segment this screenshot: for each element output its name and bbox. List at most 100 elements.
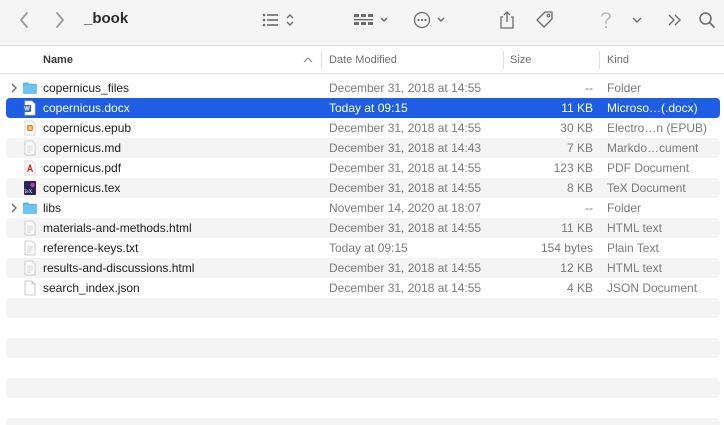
group-grid-icon <box>354 14 388 25</box>
file-row[interactable]: copernicus.pdf December 31, 2018 at 14:55… <box>6 158 720 178</box>
column-divider[interactable] <box>599 51 600 69</box>
file-date-modified: December 31, 2018 at 14:55 <box>329 81 482 95</box>
file-date-modified: December 31, 2018 at 14:43 <box>329 141 482 155</box>
ellipsis-circle-icon <box>413 11 445 29</box>
file-row[interactable]: copernicus.epub December 31, 2018 at 14:5… <box>6 118 720 138</box>
file-name: materials-and-methods.html <box>43 221 192 235</box>
file-date-modified: December 31, 2018 at 14:55 <box>329 161 482 175</box>
file-row[interactable]: copernicus_files December 31, 2018 at 14:… <box>6 78 720 98</box>
forward-button[interactable] <box>50 0 70 40</box>
question-icon <box>601 12 611 29</box>
finder-toolbar: _book <box>0 0 724 46</box>
epub-icon <box>22 120 38 136</box>
disclosure-triangle-icon[interactable] <box>10 78 20 98</box>
pdf-icon <box>22 160 38 176</box>
tag-button[interactable] <box>534 0 556 40</box>
file-size: 11 KB <box>561 101 593 115</box>
chevron-right-icon <box>56 12 64 28</box>
file-date-modified: December 31, 2018 at 14:55 <box>329 121 482 135</box>
file-date-modified: December 31, 2018 at 14:55 <box>329 221 482 235</box>
svg-text:TeX: TeX <box>24 190 33 195</box>
empty-row <box>6 378 720 398</box>
column-header-bar: Name Date Modified Size Kind <box>0 46 724 74</box>
file-date-modified: December 31, 2018 at 14:55 <box>329 281 482 295</box>
text-document-icon <box>22 240 38 256</box>
folder-icon <box>22 80 38 96</box>
file-size: 4 KB <box>566 281 593 295</box>
file-row[interactable]: Wcopernicus.docx Today at 09:15 11 KB Micro… <box>6 98 720 118</box>
disclosure-triangle-icon[interactable] <box>10 198 20 218</box>
window-title: _book <box>84 10 129 27</box>
share-icon <box>500 11 514 29</box>
file-kind: Folder <box>607 201 642 215</box>
double-chevron-right-icon <box>668 14 681 26</box>
share-button[interactable] <box>496 0 518 40</box>
empty-row <box>6 298 720 318</box>
file-name: copernicus.tex <box>43 181 121 195</box>
file-row[interactable]: search_index.json December 31, 2018 at 14… <box>6 278 720 298</box>
file-row[interactable]: reference-keys.txt Today at 09:15 154 byte… <box>6 238 720 258</box>
file-size: 8 KB <box>566 181 593 195</box>
text-document-icon <box>22 260 38 276</box>
help-button[interactable] <box>596 0 616 40</box>
folder-icon <box>22 200 38 216</box>
more-toolbar-button[interactable] <box>666 0 684 40</box>
column-header-date[interactable]: Date Modified <box>329 46 397 74</box>
word-document-icon: W <box>22 100 38 116</box>
view-mode-button[interactable] <box>259 0 299 40</box>
tex-icon: TeX <box>22 180 38 196</box>
file-kind: JSON Document <box>607 281 698 295</box>
file-kind: PDF Document <box>607 161 690 175</box>
file-kind: TeX Document <box>607 181 686 195</box>
action-menu-button[interactable] <box>410 0 450 40</box>
file-row[interactable]: TeX copernicus.tex December 31, 2018 at 14… <box>6 178 720 198</box>
column-divider[interactable] <box>321 51 322 69</box>
column-header-name[interactable]: Name <box>43 46 73 74</box>
svg-text:W: W <box>24 107 30 113</box>
file-name: copernicus.docx <box>43 101 130 115</box>
column-header-size[interactable]: Size <box>510 46 531 74</box>
group-button[interactable] <box>350 0 392 40</box>
file-name: copernicus_files <box>43 81 130 95</box>
file-date-modified: December 31, 2018 at 14:55 <box>329 181 482 195</box>
file-date-modified: Today at 09:15 <box>329 101 408 115</box>
file-row[interactable]: libs November 14, 2020 at 18:07 -- Folder <box>6 198 720 218</box>
file-kind: HTML text <box>607 261 662 275</box>
chevron-left-icon <box>20 12 28 28</box>
file-name: libs <box>43 201 62 215</box>
column-header-kind[interactable]: Kind <box>607 46 629 74</box>
file-name: reference-keys.txt <box>43 241 139 255</box>
blank-document-icon <box>22 280 38 296</box>
file-size: 30 KB <box>560 121 593 135</box>
column-divider[interactable] <box>503 51 504 69</box>
tag-icon <box>536 11 553 28</box>
back-button[interactable] <box>14 0 34 40</box>
file-date-modified: Today at 09:15 <box>329 241 408 255</box>
file-name: copernicus.pdf <box>43 161 122 175</box>
file-size: 11 KB <box>561 221 593 235</box>
file-row[interactable]: copernicus.md December 31, 2018 at 14:43 7… <box>6 138 720 158</box>
file-name: copernicus.epub <box>43 121 132 135</box>
empty-row <box>6 418 720 425</box>
file-row[interactable]: materials-and-methods.html December 31, 2… <box>6 218 720 238</box>
file-kind: Electro…n (EPUB) <box>607 121 708 135</box>
file-size: -- <box>585 81 593 95</box>
file-size: 123 KB <box>553 161 593 175</box>
magnifier-icon <box>699 12 715 28</box>
search-button[interactable] <box>696 0 718 40</box>
file-size: 7 KB <box>566 141 593 155</box>
file-name: results-and-discussions.html <box>43 261 195 275</box>
sort-ascending-icon[interactable] <box>303 56 313 64</box>
file-kind: Plain Text <box>607 241 659 255</box>
file-kind: Markdo…cument <box>607 141 699 155</box>
text-document-icon <box>22 220 38 236</box>
file-size: -- <box>585 201 593 215</box>
file-name: copernicus.md <box>43 141 122 155</box>
file-row[interactable]: results-and-discussions.html December 31,… <box>6 258 720 278</box>
empty-row <box>6 338 720 358</box>
list-view-icon <box>262 13 294 27</box>
help-menu-chevron[interactable] <box>630 0 644 40</box>
file-kind: Microso…(.docx) <box>607 101 698 115</box>
file-name: search_index.json <box>43 281 140 295</box>
text-document-icon <box>22 140 38 156</box>
